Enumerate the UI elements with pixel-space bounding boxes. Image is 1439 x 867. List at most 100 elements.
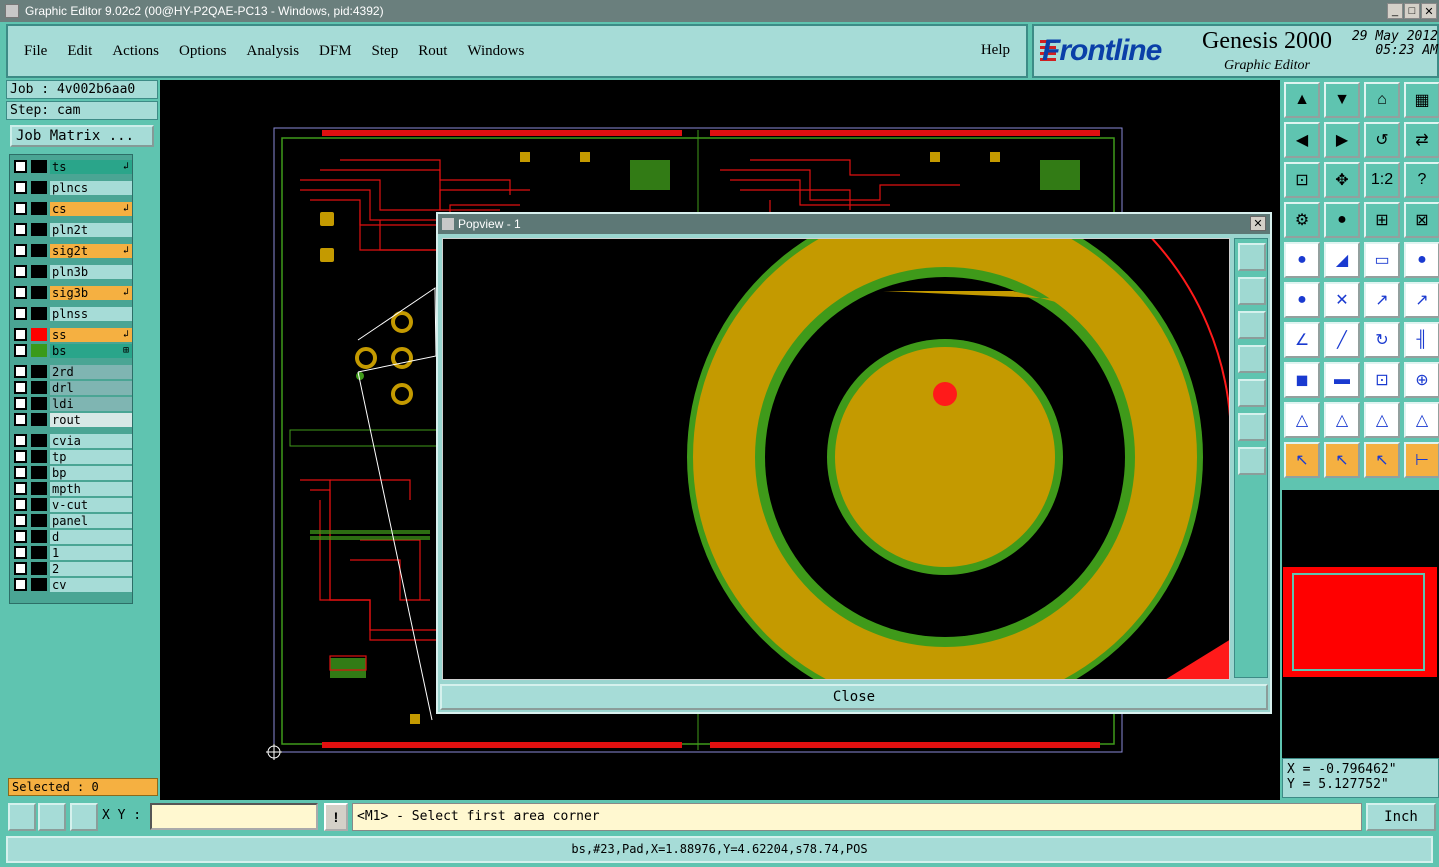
layer-checkbox[interactable] — [14, 498, 27, 511]
menu-analysis[interactable]: Analysis — [243, 43, 304, 60]
layer-checkbox[interactable] — [14, 265, 27, 278]
layer-name[interactable]: v-cut — [50, 497, 132, 512]
layer-name[interactable]: 2 — [50, 561, 132, 576]
layer-checkbox[interactable] — [14, 413, 27, 426]
layer-row-pln2t[interactable]: pln2t — [12, 222, 132, 237]
layer-row-sig3b[interactable]: sig3b ↲ — [12, 285, 132, 300]
shape-select-icon[interactable]: △ — [1404, 402, 1439, 438]
arch-select-icon[interactable]: △ — [1364, 402, 1400, 438]
layer-row-ss[interactable]: ss ↲ — [12, 327, 132, 342]
center-icon[interactable]: ✥ — [1324, 162, 1360, 198]
layer-name[interactable]: mpth — [50, 481, 132, 496]
arc-icon[interactable]: ↻ — [1364, 322, 1400, 358]
layer-row-mpth[interactable]: mpth — [12, 481, 132, 496]
menu-step[interactable]: Step — [368, 43, 403, 60]
break-icon[interactable]: ╢ — [1404, 322, 1439, 358]
layer-checkbox[interactable] — [14, 466, 27, 479]
menu-dfm[interactable]: DFM — [315, 43, 356, 60]
layer-row-2rd[interactable]: 2rd — [12, 364, 132, 379]
layer-name[interactable]: rout — [50, 412, 132, 427]
minimize-button[interactable]: _ — [1387, 3, 1403, 19]
layer-checkbox[interactable] — [14, 286, 27, 299]
layer-name[interactable]: 1 — [50, 545, 132, 560]
popview-pan-right-icon[interactable] — [1238, 379, 1266, 407]
layer-checkbox[interactable] — [14, 365, 27, 378]
triangle-select-icon[interactable]: △ — [1284, 402, 1320, 438]
layer-name[interactable]: sig2t ↲ — [50, 243, 132, 258]
layer-row-pln3b[interactable]: pln3b — [12, 264, 132, 279]
layer-checkbox[interactable] — [14, 450, 27, 463]
polygon-select-icon[interactable]: ◢ — [1324, 242, 1360, 278]
layer-name[interactable]: panel — [50, 513, 132, 528]
layer-name[interactable]: sig3b ↲ — [50, 285, 132, 300]
layer-checkbox[interactable] — [14, 530, 27, 543]
layer-compare-icon[interactable]: ⊠ — [1404, 202, 1439, 238]
layer-checkbox[interactable] — [14, 328, 27, 341]
layer-checkbox[interactable] — [14, 160, 27, 173]
layer-checkbox[interactable] — [14, 546, 27, 559]
layer-name[interactable]: cv — [50, 577, 132, 592]
layer-name[interactable]: d — [50, 529, 132, 544]
popview-pan-up-icon[interactable] — [1238, 277, 1266, 305]
measure-icon[interactable]: ● — [1324, 202, 1360, 238]
layer-checkbox[interactable] — [14, 482, 27, 495]
scale-1-2-icon[interactable]: 1:2 — [1364, 162, 1400, 198]
line-angle-icon[interactable]: ∠ — [1284, 322, 1320, 358]
layer-row-v-cut[interactable]: v-cut — [12, 497, 132, 512]
layer-name[interactable]: 2rd — [50, 364, 132, 379]
layer-row-2[interactable]: 2 — [12, 561, 132, 576]
layer-checkbox[interactable] — [14, 244, 27, 257]
layer-row-plncs[interactable]: plncs — [12, 180, 132, 195]
layer-name[interactable]: pln2t — [50, 222, 132, 237]
layer-checkbox[interactable] — [14, 202, 27, 215]
pointer-box-icon[interactable]: ↖ — [1324, 442, 1360, 478]
layer-row-bp[interactable]: bp — [12, 465, 132, 480]
popview-zoom-in-icon[interactable] — [1238, 413, 1266, 441]
layer-row-d[interactable]: d — [12, 529, 132, 544]
maximize-button[interactable]: □ — [1404, 3, 1420, 19]
line-draw-icon[interactable]: ╱ — [1324, 322, 1360, 358]
layer-name[interactable]: cvia — [50, 433, 132, 448]
layer-row-rout[interactable]: rout — [12, 412, 132, 427]
popview-pan-left-icon[interactable] — [1238, 345, 1266, 373]
graphic-canvas[interactable]: Popview - 1 ✕ Close — [160, 80, 1280, 800]
menu-edit[interactable]: Edit — [63, 43, 96, 60]
layer-row-drl[interactable]: drl — [12, 380, 132, 395]
ruler-icon[interactable]: ▭ — [1364, 242, 1400, 278]
popview-pan-down-icon[interactable] — [1238, 311, 1266, 339]
menu-rout[interactable]: Rout — [414, 43, 451, 60]
menu-file[interactable]: File — [20, 43, 51, 60]
layer-row-ts[interactable]: ts ↲ — [12, 159, 132, 174]
layer-checkbox[interactable] — [14, 223, 27, 236]
zoom-forward-icon[interactable]: ▶ — [1324, 122, 1360, 158]
layer-row-bs[interactable]: bs ⊞ — [12, 343, 132, 358]
layer-checkbox[interactable] — [14, 578, 27, 591]
layer-row-cs[interactable]: cs ↲ — [12, 201, 132, 216]
overview-map[interactable] — [1282, 490, 1439, 758]
layer-row-plnss[interactable]: plnss — [12, 306, 132, 321]
cluster-icon[interactable]: ⊕ — [1404, 362, 1439, 398]
layer-row-tp[interactable]: tp — [12, 449, 132, 464]
swap-icon[interactable]: ⇄ — [1404, 122, 1439, 158]
layer-row-ldi[interactable]: ldi — [12, 396, 132, 411]
menu-actions[interactable]: Actions — [108, 43, 163, 60]
layer-name[interactable]: tp — [50, 449, 132, 464]
layer-name[interactable]: ldi — [50, 396, 132, 411]
pad-add-icon[interactable]: ◼ — [1284, 362, 1320, 398]
layer-row-sig2t[interactable]: sig2t ↲ — [12, 243, 132, 258]
layer-row-cv[interactable]: cv — [12, 577, 132, 592]
help-question-icon[interactable]: ? — [1404, 162, 1439, 198]
layer-name[interactable]: ss ↲ — [50, 327, 132, 342]
menu-options[interactable]: Options — [175, 43, 231, 60]
pointer-icon[interactable]: ↖ — [1284, 442, 1320, 478]
horizontal-line-icon[interactable]: ▬ — [1324, 362, 1360, 398]
popview-canvas[interactable] — [442, 238, 1230, 680]
pointer-circle-icon[interactable]: ↖ — [1364, 442, 1400, 478]
layer-checkbox[interactable] — [14, 514, 27, 527]
layer-down-icon[interactable]: ▼ — [1324, 82, 1360, 118]
net-select-icon[interactable]: ● — [1284, 282, 1320, 318]
layer-row-cvia[interactable]: cvia — [12, 433, 132, 448]
zoom-back-icon[interactable]: ◀ — [1284, 122, 1320, 158]
layer-checkbox[interactable] — [14, 181, 27, 194]
layer-row-panel[interactable]: panel — [12, 513, 132, 528]
